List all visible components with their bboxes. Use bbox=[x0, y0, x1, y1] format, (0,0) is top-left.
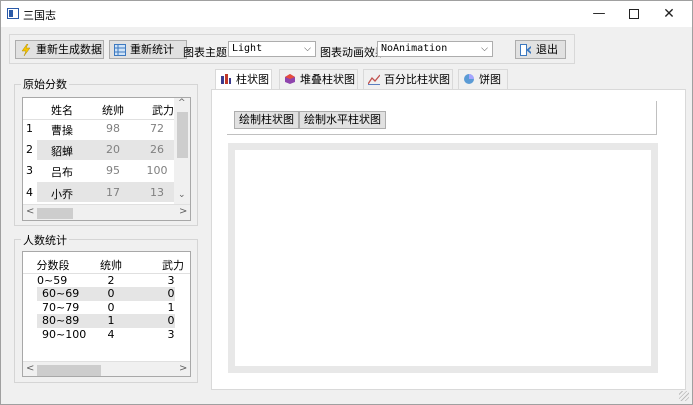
tab-bar-chart-label: 柱状图 bbox=[236, 73, 269, 86]
draw-horizontal-bar-chart-button[interactable]: 绘制水平柱状图 bbox=[299, 111, 386, 129]
row-index: 1 bbox=[26, 122, 33, 135]
exit-button[interactable]: 退出 bbox=[515, 40, 566, 59]
title-bar: 三国志 — ✕ bbox=[1, 1, 692, 27]
main-window: 三国志 — ✕ 重新生成数据 重新统计 图表主题 Light ⌵ 图表动画效果 … bbox=[0, 0, 693, 405]
bar-chart-icon bbox=[221, 74, 231, 84]
column-header-lead[interactable]: 统帅 bbox=[83, 257, 139, 273]
chart-view[interactable] bbox=[235, 150, 651, 366]
row-index: 4 bbox=[26, 186, 33, 199]
tab-pie-chart-label: 饼图 bbox=[479, 73, 501, 86]
chart-animation-select[interactable]: NoAnimation ⌵ bbox=[377, 41, 493, 57]
table-cell-lead[interactable]: 17 bbox=[89, 186, 137, 199]
restatistics-label: 重新统计 bbox=[130, 43, 174, 56]
scroll-up-icon[interactable]: ^ bbox=[178, 98, 186, 108]
table-cell-force[interactable]: 3 bbox=[163, 274, 179, 287]
chart-theme-value: Light bbox=[232, 43, 263, 54]
table-cell-lead[interactable]: 0 bbox=[103, 301, 119, 314]
table-cell-range[interactable]: 70~79 bbox=[42, 301, 84, 314]
column-header-name[interactable]: 姓名 bbox=[37, 102, 87, 118]
table-cell-range[interactable]: 0~59 bbox=[37, 274, 79, 287]
table-cell-force[interactable]: 0 bbox=[163, 314, 179, 327]
scrollbar-thumb[interactable] bbox=[177, 112, 188, 158]
raw-scores-table[interactable]: 姓名 统帅 武力 1 曹操 98 72 2 貂蝉 20 26 3 吕布 95 1… bbox=[22, 97, 191, 221]
tab-percent-bar-chart[interactable]: 百分比柱状图 bbox=[363, 69, 453, 90]
header-divider bbox=[23, 119, 178, 120]
maximize-icon bbox=[629, 8, 639, 19]
tab-stacked-bar-chart[interactable]: 堆叠柱状图 bbox=[279, 69, 358, 90]
table-cell-force[interactable]: 100 bbox=[137, 164, 177, 177]
column-header-force[interactable]: 武力 bbox=[153, 257, 190, 273]
table-cell-lead[interactable]: 95 bbox=[89, 164, 137, 177]
chart-button-bar: 绘制柱状图 绘制水平柱状图 bbox=[227, 101, 657, 135]
draw-bar-chart-button[interactable]: 绘制柱状图 bbox=[234, 111, 299, 129]
table-cell-name[interactable]: 曹操 bbox=[37, 122, 87, 138]
toolbar: 重新生成数据 重新统计 图表主题 Light ⌵ 图表动画效果 NoAnimat… bbox=[9, 34, 575, 64]
chart-theme-label: 图表主题 bbox=[183, 46, 227, 59]
lightning-icon bbox=[21, 44, 31, 56]
table-cell-lead[interactable]: 4 bbox=[103, 328, 119, 341]
scrollbar-thumb[interactable] bbox=[37, 208, 73, 219]
stacked-chart-icon bbox=[285, 74, 295, 84]
raw-scores-title: 原始分数 bbox=[21, 76, 69, 92]
stats-title: 人数统计 bbox=[21, 232, 69, 248]
scroll-right-icon[interactable]: > bbox=[179, 363, 187, 374]
table-cell-name[interactable]: 吕布 bbox=[37, 164, 87, 180]
horizontal-scrollbar[interactable]: < > bbox=[23, 204, 190, 220]
column-header-lead[interactable]: 统帅 bbox=[89, 102, 137, 118]
table-cell-name[interactable]: 貂蝉 bbox=[37, 143, 87, 159]
bar-chart-panel: 绘制柱状图 绘制水平柱状图 bbox=[211, 89, 686, 390]
scroll-right-icon[interactable]: > bbox=[179, 206, 187, 217]
tab-bar-chart[interactable]: 柱状图 bbox=[215, 69, 272, 91]
restatistics-button[interactable]: 重新统计 bbox=[109, 40, 187, 59]
scroll-left-icon[interactable]: < bbox=[26, 363, 34, 374]
table-cell-name[interactable]: 小乔 bbox=[37, 186, 87, 202]
table-cell-lead[interactable]: 98 bbox=[89, 122, 137, 135]
chart-view-frame bbox=[228, 143, 658, 373]
table-cell-lead[interactable]: 1 bbox=[103, 314, 119, 327]
table-cell-force[interactable]: 1 bbox=[163, 301, 179, 314]
row-index: 3 bbox=[26, 164, 33, 177]
table-cell-range[interactable]: 60~69 bbox=[42, 287, 84, 300]
tab-pie-chart[interactable]: 饼图 bbox=[458, 69, 508, 90]
stats-table[interactable]: 分数段 统帅 武力 0~59 2 3 60~69 0 0 70~79 0 1 8… bbox=[22, 251, 191, 377]
chart-theme-select[interactable]: Light ⌵ bbox=[228, 41, 316, 57]
table-cell-lead[interactable]: 0 bbox=[103, 287, 119, 300]
chevron-down-icon: ⌵ bbox=[481, 44, 488, 54]
scroll-left-icon[interactable]: < bbox=[26, 206, 34, 217]
table-cell-force[interactable]: 13 bbox=[137, 186, 177, 199]
scrollbar-thumb[interactable] bbox=[37, 365, 101, 376]
table-cell-lead[interactable]: 20 bbox=[89, 143, 137, 156]
row-index: 2 bbox=[26, 143, 33, 156]
area-chart-icon bbox=[368, 74, 380, 85]
regenerate-data-label: 重新生成数据 bbox=[36, 43, 102, 56]
table-cell-force[interactable]: 26 bbox=[137, 143, 177, 156]
table-cell-range[interactable]: 90~100 bbox=[42, 328, 92, 341]
window-title: 三国志 bbox=[23, 9, 56, 22]
column-header-range[interactable]: 分数段 bbox=[27, 257, 79, 273]
regenerate-data-button[interactable]: 重新生成数据 bbox=[15, 40, 104, 59]
close-button[interactable]: ✕ bbox=[646, 1, 692, 27]
tab-percent-bar-chart-label: 百分比柱状图 bbox=[384, 73, 450, 86]
table-cell-force[interactable]: 72 bbox=[137, 122, 177, 135]
table-cell-force[interactable]: 3 bbox=[163, 328, 179, 341]
table-cell-lead[interactable]: 2 bbox=[103, 274, 119, 287]
tab-stacked-bar-chart-label: 堆叠柱状图 bbox=[300, 73, 355, 86]
scroll-down-icon[interactable]: ⌄ bbox=[178, 190, 186, 200]
vertical-scrollbar[interactable]: ^ ⌄ bbox=[174, 98, 190, 204]
table-cell-range[interactable]: 80~89 bbox=[42, 314, 84, 327]
exit-icon bbox=[520, 44, 531, 56]
chart-animation-value: NoAnimation bbox=[381, 43, 448, 54]
pie-chart-icon bbox=[464, 74, 474, 84]
table-icon bbox=[114, 44, 126, 56]
resize-grip[interactable] bbox=[679, 391, 689, 401]
horizontal-scrollbar[interactable]: < > bbox=[23, 361, 190, 376]
table-cell-force[interactable]: 0 bbox=[163, 287, 179, 300]
chevron-down-icon: ⌵ bbox=[304, 44, 311, 54]
exit-label: 退出 bbox=[536, 43, 558, 56]
app-icon bbox=[7, 8, 19, 19]
